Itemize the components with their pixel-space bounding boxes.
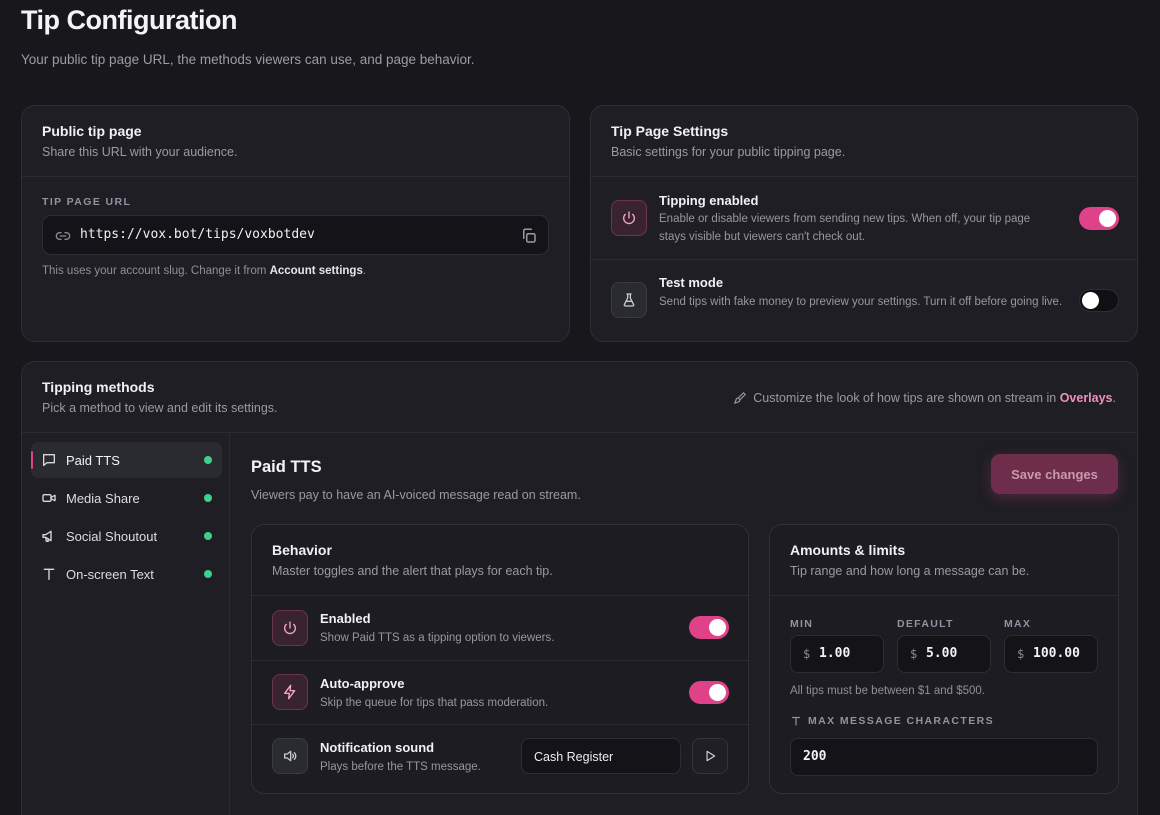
card-description: Tip range and how long a message can be. [790,564,1030,578]
max-chars-label-row: MAX MESSAGE CHARACTERS [790,715,994,727]
url-helper-text: This uses your account slug. Change it f… [42,265,366,277]
auto-approve-title: Auto-approve [320,676,405,691]
tip-page-url: https://vox.bot/tips/voxbotdev [80,227,315,242]
card-title: Behavior [272,542,332,558]
currency-symbol: $ [803,647,811,661]
methods-sidebar: Paid TTS Media Share Social Shoutout On-… [22,433,230,815]
sidebar-item-social-shoutout[interactable]: Social Shoutout [31,518,222,554]
tipping-enabled-row: Tipping enabled Enable or disable viewer… [591,177,1137,259]
test-mode-toggle[interactable] [1079,289,1119,312]
panel-title: Paid TTS [251,458,322,476]
card-header: Behavior Master toggles and the alert th… [252,525,748,596]
lightning-icon [272,674,308,710]
default-amount-input[interactable]: $ 5.00 [897,635,991,673]
enabled-description: Show Paid TTS as a tipping option to vie… [320,632,555,644]
tip-page-url-field[interactable]: https://vox.bot/tips/voxbotdev [42,215,549,255]
card-header: Amounts & limits Tip range and how long … [770,525,1118,596]
max-chars-input[interactable]: 200 [790,738,1098,776]
tipping-enabled-title: Tipping enabled [659,193,759,208]
link-icon [55,232,71,240]
public-tip-page-card: Public tip page Share this URL with your… [21,105,570,342]
min-amount-input[interactable]: $ 1.00 [790,635,884,673]
note-prefix: Customize the look of how tips are shown… [753,391,1060,405]
card-description: Basic settings for your public tipping p… [611,145,846,159]
notification-sound-row: Notification sound Plays before the TTS … [252,724,748,788]
text-icon [791,716,801,726]
megaphone-icon [42,530,52,542]
card-header: Public tip page Share this URL with your… [22,106,569,177]
flask-icon [611,282,647,318]
test-mode-title: Test mode [659,275,724,290]
auto-approve-toggle[interactable] [689,681,729,704]
sidebar-item-label: Social Shoutout [66,529,158,544]
currency-symbol: $ [910,647,918,661]
behavior-card: Behavior Master toggles and the alert th… [251,524,749,794]
sidebar-item-label: Media Share [66,491,140,506]
enabled-toggle[interactable] [689,616,729,639]
test-mode-description: Send tips with fake money to preview you… [659,296,1063,308]
note-suffix: . [1112,391,1116,405]
save-changes-button[interactable]: Save changes [991,454,1118,494]
default-label: DEFAULT [897,618,954,630]
max-amount-value: 100.00 [1033,646,1080,661]
tip-page-settings-card: Tip Page Settings Basic settings for you… [590,105,1138,342]
overlays-note: Customize the look of how tips are shown… [733,391,1116,405]
status-dot [204,494,212,502]
account-settings-link[interactable]: Account settings [270,265,363,277]
card-description: Master toggles and the alert that plays … [272,564,553,578]
max-label: MAX [1004,618,1032,630]
max-amount-input[interactable]: $ 100.00 [1004,635,1098,673]
notification-sound-title: Notification sound [320,740,435,755]
brush-icon [734,392,747,404]
auto-approve-row: Auto-approve Skip the queue for tips tha… [252,660,748,724]
play-icon [706,750,716,762]
helper-suffix: . [362,265,367,277]
page-title: Tip Configuration [21,5,237,35]
sidebar-item-paid-tts[interactable]: Paid TTS [31,442,222,478]
sidebar-item-on-screen-text[interactable]: On-screen Text [31,556,222,592]
helper-prefix: This uses your account slug. Change it f… [42,265,270,277]
auto-approve-description: Skip the queue for tips that pass modera… [320,697,549,709]
currency-symbol: $ [1017,647,1025,661]
min-label: MIN [790,618,814,630]
selected-sound: Cash Register [534,750,614,764]
card-header: Tip Page Settings Basic settings for you… [591,106,1137,177]
status-dot [204,570,212,578]
test-mode-row: Test mode Send tips with fake money to p… [591,259,1137,341]
page-subtitle: Your public tip page URL, the methods vi… [21,52,475,67]
notification-sound-select[interactable]: Cash Register [521,738,681,774]
status-dot [204,456,212,464]
speaker-icon [272,738,308,774]
tipping-methods-card: Tipping methods Pick a method to view an… [21,361,1138,815]
tipping-enabled-toggle[interactable] [1079,207,1119,230]
overlays-link[interactable]: Overlays [1060,391,1113,405]
tip-page-url-label: TIP PAGE URL [42,196,132,208]
default-amount-value: 5.00 [926,646,958,661]
video-icon [42,494,56,502]
enabled-title: Enabled [320,611,371,626]
panel-description: Viewers pay to have an AI-voiced message… [251,488,581,502]
status-dot [204,532,212,540]
range-note: All tips must be between $1 and $500. [790,685,985,697]
min-amount-value: 1.00 [819,646,851,661]
card-title: Tip Page Settings [611,123,729,139]
card-title: Amounts & limits [790,542,906,558]
copy-icon[interactable] [520,227,538,245]
play-sound-button[interactable] [692,738,728,774]
power-icon [272,610,308,646]
max-chars-value: 200 [803,749,827,764]
text-icon [43,568,55,580]
sidebar-item-label: On-screen Text [66,567,154,582]
enabled-row: Enabled Show Paid TTS as a tipping optio… [252,596,748,660]
message-icon [43,454,55,466]
card-title: Public tip page [42,123,142,139]
max-chars-label: MAX MESSAGE CHARACTERS [808,715,994,727]
power-icon [611,200,647,236]
card-description: Share this URL with your audience. [42,145,238,159]
sidebar-item-media-share[interactable]: Media Share [31,480,222,516]
sidebar-item-label: Paid TTS [66,453,120,468]
tipping-enabled-description: Enable or disable viewers from sending n… [659,213,1031,243]
notification-sound-description: Plays before the TTS message. [320,761,481,773]
amounts-limits-card: Amounts & limits Tip range and how long … [769,524,1119,794]
